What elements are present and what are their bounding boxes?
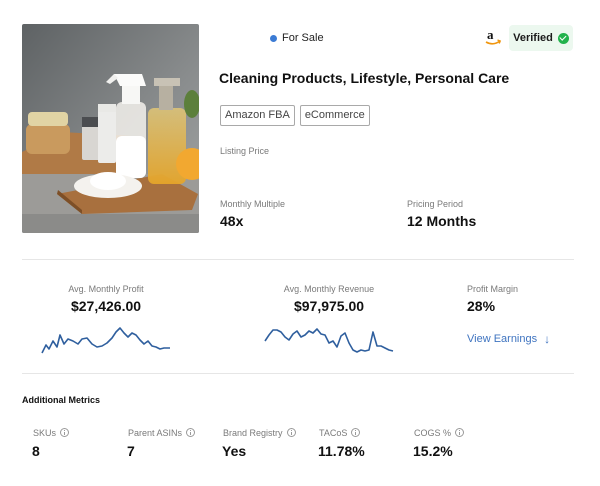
info-icon[interactable] bbox=[186, 428, 196, 437]
view-earnings-label: View Earnings bbox=[467, 333, 538, 345]
pricing-period-value: 12 Months bbox=[407, 213, 477, 229]
skus-label-text: SKUs bbox=[33, 428, 57, 438]
listing-card: For Sale a Verified Cleaning Products, L… bbox=[0, 0, 600, 486]
skus-label: SKUs bbox=[33, 428, 70, 438]
amazon-logo-icon: a bbox=[484, 27, 502, 48]
tacos-label-text: TACoS bbox=[319, 428, 348, 438]
avg-monthly-profit-value: $27,426.00 bbox=[70, 298, 142, 314]
avg-monthly-profit-label: Avg. Monthly Profit bbox=[68, 284, 144, 294]
cogs-label-text: COGS % bbox=[414, 428, 452, 438]
monthly-multiple-label: Monthly Multiple bbox=[220, 199, 286, 209]
brand-registry-label: Brand Registry bbox=[223, 428, 296, 438]
additional-metrics-title: Additional Metrics bbox=[22, 395, 101, 405]
skus-value: 8 bbox=[32, 443, 40, 459]
tag-amazon-fba: Amazon FBA bbox=[220, 105, 295, 126]
product-image bbox=[22, 24, 199, 233]
tag-list: Amazon FBA eCommerce bbox=[220, 105, 370, 126]
cogs-value: 15.2% bbox=[413, 443, 453, 459]
status-dot-icon bbox=[270, 34, 277, 42]
profit-sparkline bbox=[41, 327, 170, 354]
tacos-value: 11.78% bbox=[318, 443, 365, 459]
divider bbox=[22, 373, 574, 374]
tag-ecommerce: eCommerce bbox=[299, 105, 370, 126]
parent-asins-label-text: Parent ASINs bbox=[128, 428, 183, 438]
info-icon[interactable] bbox=[286, 428, 296, 437]
status-text: For Sale bbox=[282, 32, 324, 44]
divider bbox=[22, 259, 574, 260]
parent-asins-label: Parent ASINs bbox=[128, 428, 196, 438]
arrow-down-icon: ↓ bbox=[544, 332, 551, 346]
info-icon[interactable] bbox=[60, 428, 70, 437]
verified-label: Verified bbox=[513, 32, 553, 44]
verified-badge: Verified bbox=[509, 25, 573, 51]
info-icon[interactable] bbox=[351, 428, 361, 437]
avg-monthly-revenue-value: $97,975.00 bbox=[293, 298, 365, 314]
brand-registry-value: Yes bbox=[222, 443, 247, 459]
info-icon[interactable] bbox=[455, 428, 465, 437]
pricing-period-label: Pricing Period bbox=[407, 199, 464, 209]
svg-text:a: a bbox=[487, 28, 494, 42]
profit-margin-label: Profit Margin bbox=[467, 284, 519, 294]
brand-registry-label-text: Brand Registry bbox=[223, 428, 283, 438]
parent-asins-value: 7 bbox=[127, 443, 135, 459]
listing-title: Cleaning Products, Lifestyle, Personal C… bbox=[219, 70, 510, 86]
listing-status: For Sale bbox=[270, 32, 324, 44]
listing-price-label: Listing Price bbox=[220, 146, 270, 156]
monthly-multiple-value: 48x bbox=[220, 213, 244, 229]
revenue-sparkline bbox=[264, 328, 394, 353]
profit-margin-value: 28% bbox=[467, 298, 496, 314]
checkmark-icon bbox=[557, 32, 569, 44]
avg-monthly-revenue-label: Avg. Monthly Revenue bbox=[283, 284, 375, 294]
cogs-label: COGS % bbox=[414, 428, 465, 438]
tacos-label: TACoS bbox=[319, 428, 361, 438]
view-earnings-link[interactable]: View Earnings ↓ bbox=[467, 332, 550, 346]
